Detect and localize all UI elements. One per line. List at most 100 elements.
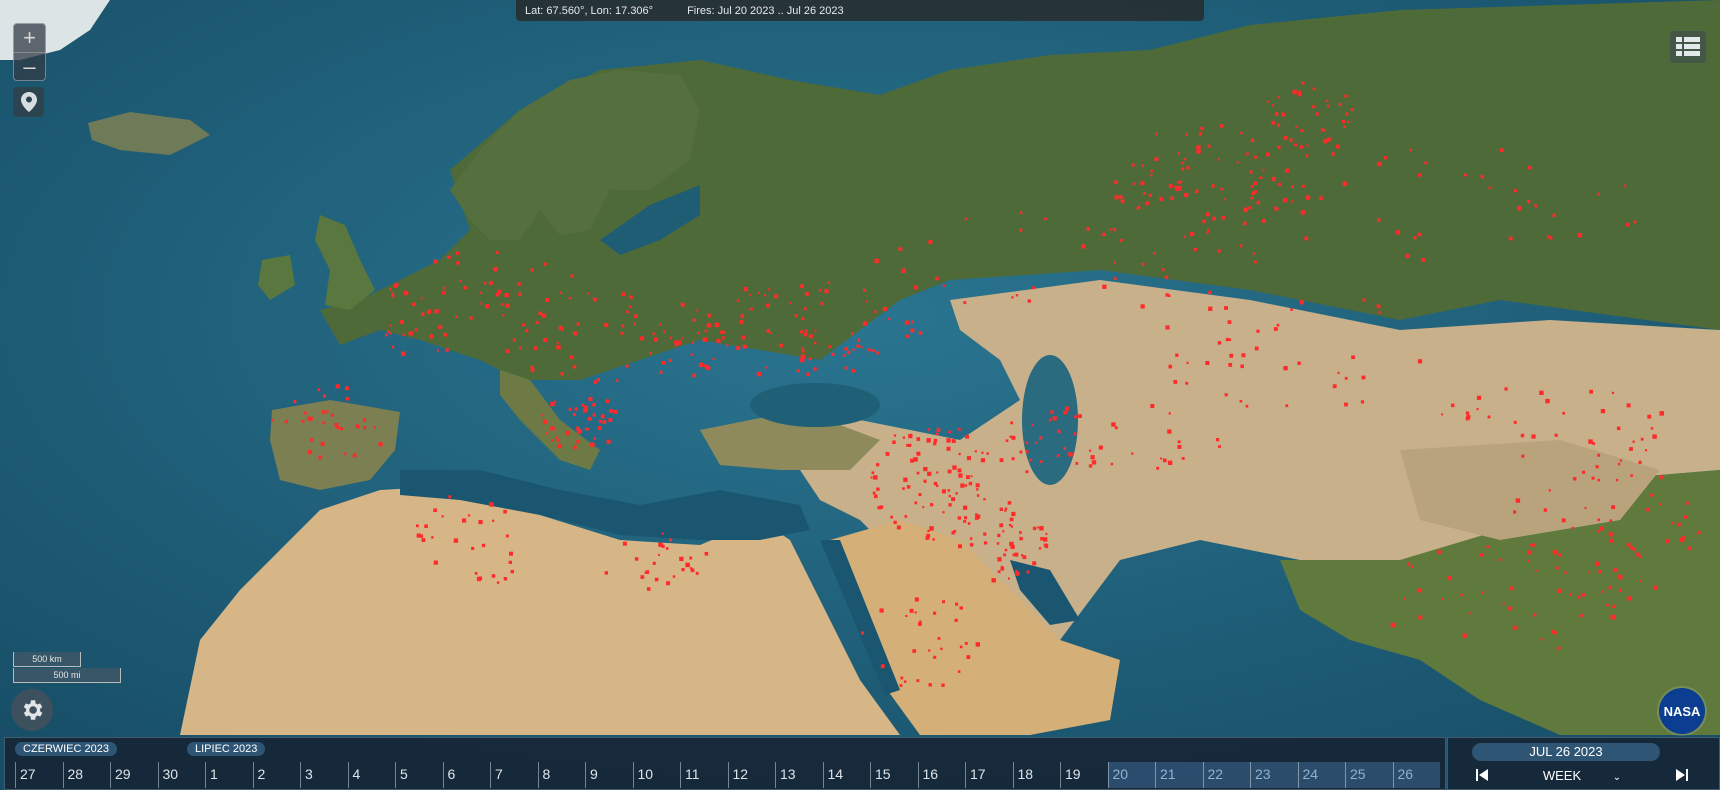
location-button[interactable] (13, 87, 44, 117)
timeline-day[interactable]: 30 (157, 762, 206, 788)
fire-dot (800, 357, 805, 363)
fire-dot (559, 291, 562, 294)
timeline-day[interactable]: 2 (252, 762, 301, 788)
fire-dot (706, 323, 712, 328)
fire-dot (1601, 590, 1604, 593)
fire-dot (876, 463, 880, 467)
fire-dot (1626, 596, 1632, 601)
fire-dot (852, 348, 855, 351)
timeline-day[interactable]: 21 (1155, 762, 1203, 788)
fire-dot (659, 323, 662, 326)
timeline-day[interactable]: 7 (490, 762, 538, 788)
timeline-day[interactable]: 15 (870, 762, 918, 788)
fire-dot (966, 456, 971, 461)
fire-dot (592, 413, 596, 417)
timeline-day[interactable]: 3 (300, 762, 348, 788)
timeline-day[interactable]: 20 (1107, 762, 1155, 788)
fire-dot (1644, 449, 1647, 452)
timeline-day[interactable]: 9 (585, 762, 633, 788)
fire-dot (1527, 166, 1532, 170)
timeline-day[interactable]: 16 (917, 762, 966, 788)
timeline-day[interactable]: 26 (1392, 762, 1440, 788)
fire-dot (1044, 217, 1047, 221)
fire-dot (969, 543, 974, 547)
timeline-day[interactable]: 25 (1345, 762, 1393, 788)
timeline-day[interactable]: 24 (1297, 762, 1345, 788)
fire-dot (484, 304, 490, 309)
fire-dot (851, 369, 855, 373)
timeline-day[interactable]: 22 (1202, 762, 1250, 788)
zoom-in-button[interactable]: + (14, 24, 45, 53)
timeline-day[interactable]: 19 (1060, 762, 1108, 788)
timeline-day[interactable]: 8 (537, 762, 586, 788)
fire-dot (1011, 435, 1016, 440)
timeline[interactable]: CZERWIEC 2023 LIPIEC 2023 27 28 29 30 1 2 3 4 5 6… (4, 737, 1446, 790)
nasa-logo[interactable]: NASA (1659, 688, 1705, 734)
fire-dot (951, 439, 956, 443)
world-map[interactable] (0, 0, 1720, 790)
fire-dot (1323, 139, 1328, 144)
zoom-out-button[interactable]: – (14, 53, 45, 81)
previous-interval-button[interactable] (1472, 766, 1492, 784)
fire-dot (550, 401, 555, 407)
fire-dot (946, 438, 951, 443)
date-panel: JUL 26 2023 WEEK ⌄ (1447, 737, 1720, 790)
month-label-june[interactable]: CZERWIEC 2023 (15, 742, 117, 756)
fire-dot (844, 366, 848, 370)
fire-dot (1508, 236, 1513, 241)
settings-button[interactable] (11, 689, 53, 731)
fire-dot (1343, 125, 1346, 128)
fire-dot (901, 268, 906, 273)
timeline-day[interactable]: 4 (347, 762, 396, 788)
fire-dot (1228, 338, 1232, 341)
fire-dot (1113, 261, 1116, 264)
timeline-day[interactable]: 23 (1250, 762, 1298, 788)
fire-dot (958, 428, 961, 431)
fire-dot (1271, 121, 1275, 125)
timeline-day[interactable]: 10 (632, 762, 681, 788)
current-date[interactable]: JUL 26 2023 (1472, 743, 1660, 761)
timeline-day[interactable]: 13 (775, 762, 823, 788)
fire-dot (1259, 176, 1263, 179)
fire-dot (740, 314, 745, 318)
fire-dot (468, 514, 471, 517)
timeline-day[interactable]: 1 (205, 762, 253, 788)
fire-dot (1581, 593, 1585, 597)
timeline-day[interactable]: 11 (680, 762, 728, 788)
fire-dot (716, 338, 721, 344)
interval-select[interactable]: WEEK ⌄ (1492, 768, 1672, 783)
timeline-day[interactable]: 6 (442, 762, 491, 788)
timeline-day[interactable]: 5 (395, 762, 443, 788)
fire-dot (1027, 299, 1031, 303)
timeline-day[interactable]: 12 (727, 762, 776, 788)
timeline-day[interactable]: 14 (822, 762, 871, 788)
fire-dot (918, 493, 922, 497)
fire-dot (479, 291, 482, 294)
next-interval-button[interactable] (1672, 766, 1692, 784)
timeline-day[interactable]: 29 (110, 762, 158, 788)
layers-button[interactable] (1670, 31, 1706, 63)
timeline-day[interactable]: 17 (965, 762, 1013, 788)
fire-dot (1437, 550, 1442, 555)
fire-dot (936, 432, 939, 436)
fire-dot (1132, 182, 1135, 185)
fire-dot (431, 536, 434, 539)
fire-dot (1011, 457, 1015, 461)
fire-dot (463, 286, 467, 290)
fire-dot (1285, 404, 1289, 408)
fire-dot (629, 295, 633, 300)
fire-dot (1606, 603, 1609, 607)
fire-dot (1577, 595, 1581, 599)
fire-dot (1143, 192, 1146, 195)
timeline-day[interactable]: 18 (1012, 762, 1061, 788)
fire-dot (1592, 442, 1596, 445)
fire-dot (1646, 507, 1650, 512)
fire-dot (538, 311, 542, 315)
fire-dot (1545, 398, 1550, 404)
timeline-day[interactable]: 28 (62, 762, 111, 788)
fire-dot (1162, 458, 1167, 463)
fire-dot (1377, 161, 1382, 167)
timeline-day[interactable]: 27 (15, 762, 63, 788)
month-label-july[interactable]: LIPIEC 2023 (187, 742, 266, 756)
fire-dot (1517, 206, 1522, 211)
